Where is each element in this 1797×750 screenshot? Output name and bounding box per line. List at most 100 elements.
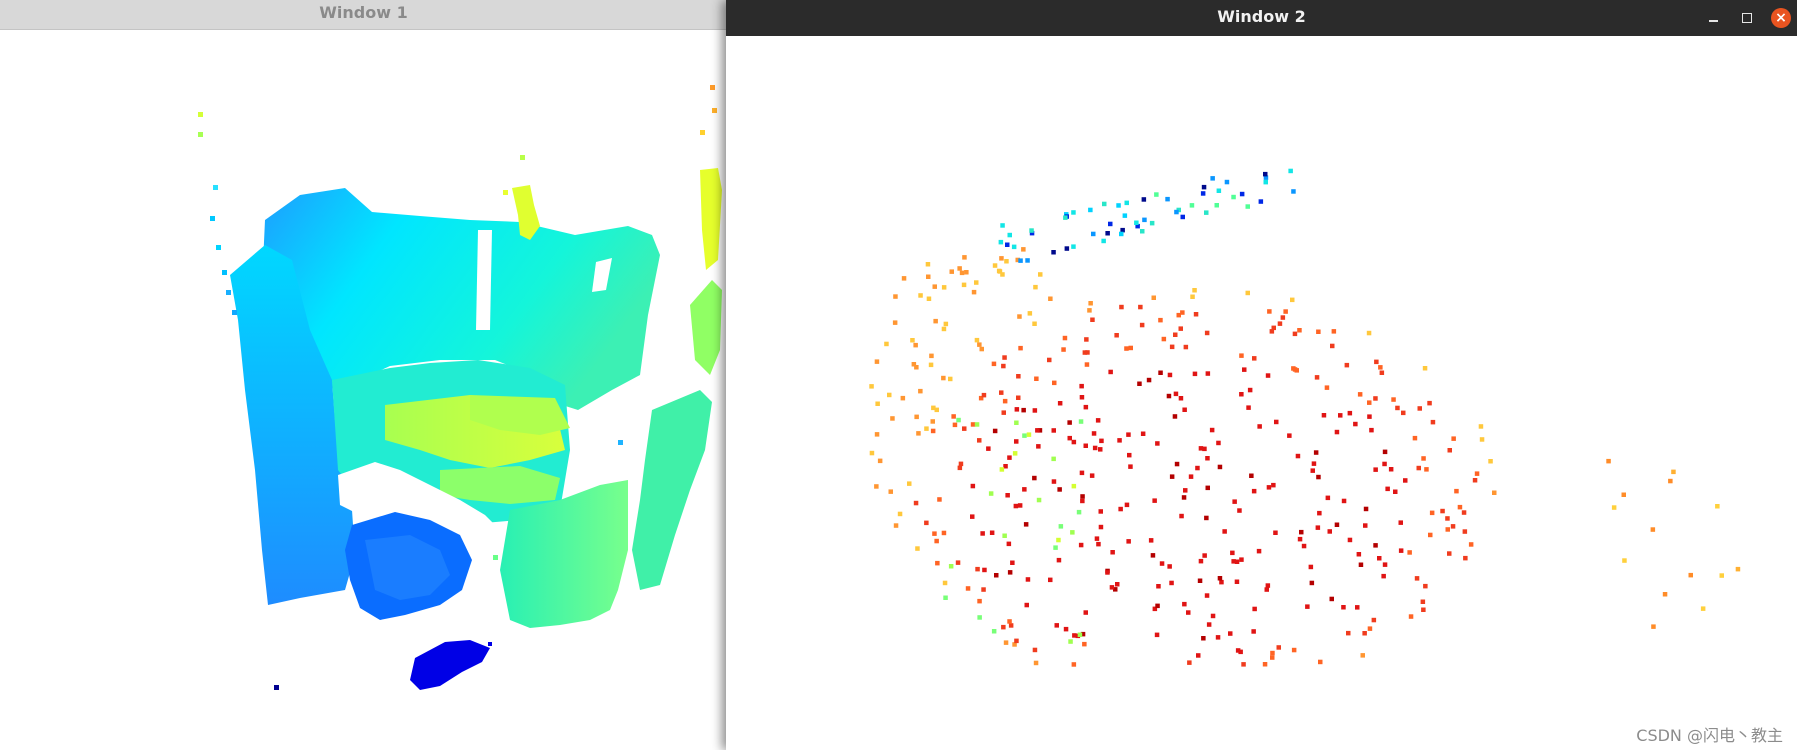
- bunny-point: [998, 239, 1004, 245]
- bunny-point: [1148, 538, 1154, 543]
- bunny-point: [1215, 635, 1221, 640]
- bunny-point: [1276, 645, 1281, 650]
- bunny-point: [977, 615, 982, 620]
- close-icon: ×: [1771, 8, 1791, 28]
- bunny-point: [1005, 242, 1010, 247]
- bunny-point: [1108, 221, 1113, 227]
- bunny-point: [1362, 631, 1367, 636]
- bunny-point: [977, 438, 982, 443]
- bunny-point: [1347, 410, 1353, 416]
- bunny-point: [1140, 431, 1146, 436]
- bunny-point: [1011, 244, 1017, 250]
- bunny-point: [1234, 579, 1240, 584]
- bunny-point: [1428, 532, 1433, 538]
- bunny-point: [1139, 322, 1145, 328]
- bunny-point: [875, 401, 880, 406]
- bunny-point: [1257, 424, 1262, 429]
- bunny-point: [1256, 548, 1262, 554]
- bunny-point: [1056, 537, 1061, 543]
- bunny-point: [1001, 624, 1006, 630]
- bunny-point: [1247, 387, 1253, 393]
- bunny-point: [893, 523, 899, 528]
- bunny-point: [1115, 582, 1120, 587]
- bunny-point: [1421, 607, 1426, 612]
- bunny-point: [1054, 623, 1059, 628]
- window-2-title: Window 2: [1217, 7, 1306, 26]
- bunny-point: [1258, 199, 1264, 204]
- bunny-point: [913, 342, 918, 348]
- minimize-button[interactable]: [1703, 8, 1723, 28]
- bunny-point: [1095, 418, 1101, 423]
- bunny-point: [1416, 465, 1421, 471]
- bunny-point: [1346, 630, 1351, 636]
- bunny-point: [1007, 232, 1012, 238]
- bunny-point: [914, 414, 919, 420]
- bunny-point: [1245, 204, 1250, 209]
- bunny-point: [1082, 350, 1088, 355]
- bunny-point: [1140, 229, 1145, 234]
- bunny-point: [1146, 377, 1152, 383]
- maximize-button[interactable]: [1737, 8, 1757, 28]
- bunny-point: [1288, 168, 1293, 174]
- close-button[interactable]: ×: [1771, 8, 1791, 28]
- bunny-point: [941, 375, 946, 381]
- bunny-point: [1018, 258, 1023, 263]
- bunny-point: [1032, 475, 1037, 481]
- bunny-point: [949, 269, 954, 274]
- bunny-point: [1032, 647, 1038, 653]
- window-1-titlebar[interactable]: Window 1: [0, 0, 727, 30]
- bunny-point: [1051, 250, 1056, 255]
- bunny-point: [1270, 655, 1275, 660]
- bunny-point: [1033, 284, 1038, 290]
- window-1-title: Window 1: [319, 3, 408, 22]
- bunny-point: [1478, 424, 1484, 429]
- bunny-point: [1007, 455, 1012, 460]
- bunny-point: [1122, 213, 1128, 218]
- bunny-point: [1119, 231, 1124, 237]
- bunny-point: [1324, 385, 1330, 390]
- bunny-point: [1492, 490, 1497, 495]
- bunny-point: [1197, 578, 1203, 583]
- bunny-point: [1401, 410, 1406, 416]
- bunny-point: [1063, 626, 1069, 632]
- bunny-point: [1316, 474, 1321, 480]
- bunny-point: [1251, 488, 1257, 494]
- bunny-point: [1214, 203, 1219, 208]
- bunny-point: [1117, 438, 1122, 443]
- bunny-point: [1262, 662, 1268, 667]
- bunny-point: [999, 390, 1004, 395]
- bunny-point: [1077, 632, 1083, 637]
- depth-point-cloud-canvas[interactable]: [0, 30, 727, 750]
- bunny-point: [999, 467, 1005, 472]
- bunny-point: [1265, 373, 1271, 378]
- bunny-point: [1034, 376, 1039, 381]
- bunny-point: [1142, 217, 1147, 223]
- bunny-point: [1167, 564, 1172, 569]
- bunny-point: [910, 338, 915, 343]
- bunny-point: [1007, 570, 1013, 575]
- bunny-point: [1051, 479, 1057, 484]
- bunny-point: [1159, 561, 1165, 566]
- bunny-point: [1141, 197, 1147, 202]
- bunny-point: [924, 520, 929, 526]
- bunny-point: [907, 481, 912, 486]
- bunny-point: [1024, 602, 1029, 608]
- bunny-point: [1668, 478, 1673, 484]
- bunny-point: [1266, 485, 1272, 490]
- bunny-point: [888, 489, 893, 494]
- bunny-point: [1463, 555, 1468, 561]
- bunny-point: [1369, 427, 1374, 433]
- bunny-point: [1263, 171, 1268, 177]
- bunny-point: [1083, 404, 1089, 410]
- window-2-titlebar[interactable]: Window 2 ×: [726, 0, 1797, 36]
- bunny-point-cloud-canvas[interactable]: [726, 36, 1797, 750]
- bunny-point: [974, 280, 979, 285]
- bunny-point: [1427, 400, 1432, 406]
- window-2[interactable]: Window 2 × CSDN @闪电丶教主: [726, 0, 1797, 750]
- bunny-point: [1700, 606, 1706, 611]
- bunny-point: [1181, 495, 1187, 500]
- window-1[interactable]: Window 1: [0, 0, 727, 750]
- bunny-point: [1344, 362, 1350, 368]
- bunny-point: [1457, 504, 1463, 510]
- bunny-point: [1002, 355, 1007, 360]
